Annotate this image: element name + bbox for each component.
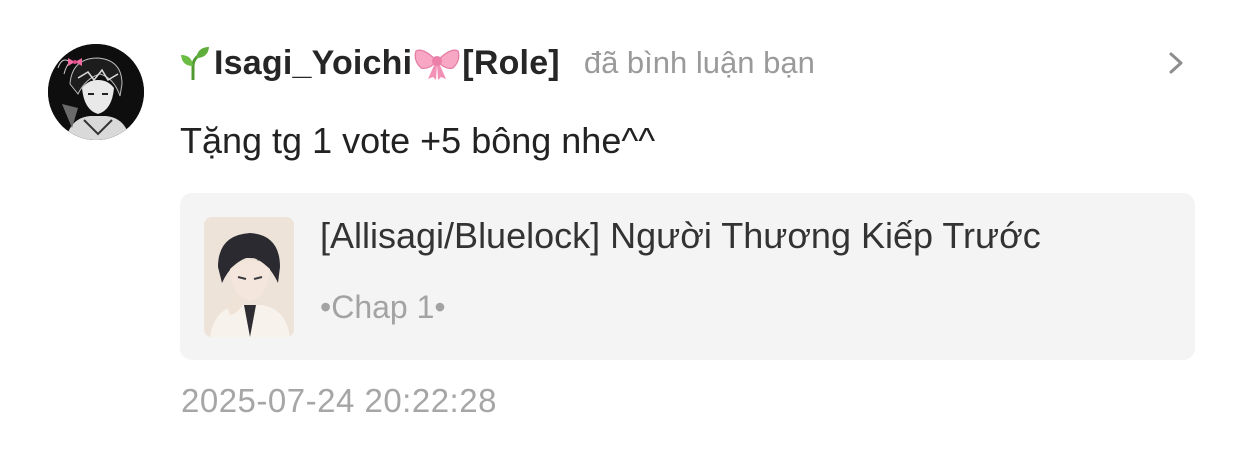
action-text: đã bình luận bạn — [583, 45, 815, 80]
username[interactable]: Isagi_Yoichi — [214, 44, 412, 83]
comment-text: Tặng tg 1 vote +5 bông nhe^^ — [180, 120, 656, 161]
story-cover-image — [204, 217, 294, 337]
notification-header: Isagi_Yoichi [Role] đã bình luận bạn — [180, 38, 815, 88]
user-role: [Role] — [462, 43, 560, 82]
story-cover — [204, 217, 294, 337]
sprout-icon — [181, 47, 209, 80]
chevron-right-icon[interactable] — [1163, 48, 1189, 78]
timestamp: 2025-07-24 20:22:28 — [181, 382, 497, 419]
avatar-image — [48, 44, 144, 140]
ribbon-bow-icon — [414, 49, 460, 80]
story-card[interactable]: [Allisagi/Bluelock] Người Thương Kiếp Tr… — [180, 193, 1195, 360]
avatar[interactable] — [48, 44, 144, 140]
comment-notification[interactable]: Isagi_Yoichi [Role] đã bình luận bạn Tặn… — [0, 0, 1242, 452]
chapter-label: •Chap 1• — [320, 289, 446, 325]
story-title[interactable]: [Allisagi/Bluelock] Người Thương Kiếp Tr… — [320, 215, 1041, 257]
